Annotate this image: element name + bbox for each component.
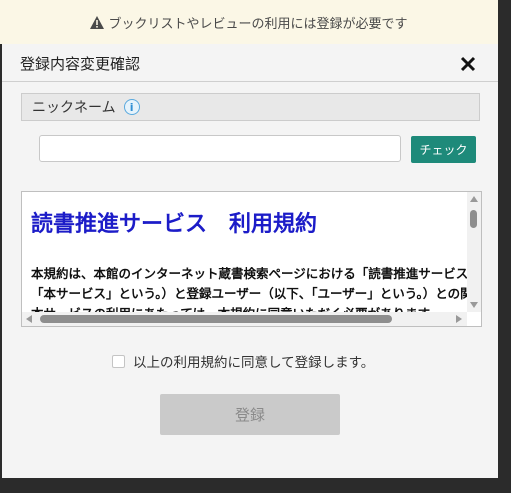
nickname-label: ニックネーム [32, 100, 116, 116]
nickname-input[interactable] [39, 135, 401, 162]
terms-vertical-scrollbar[interactable] [467, 192, 481, 312]
warning-icon [90, 15, 105, 29]
scroll-down-arrow-icon[interactable] [470, 302, 478, 308]
scroll-left-arrow-icon[interactable] [26, 315, 32, 323]
terms-line: 本サービスの利用にあたっては、本規約に同意いただく必要があります。 [31, 304, 467, 312]
nickname-label-bar: ニックネーム i [21, 93, 480, 121]
dialog-header: 登録内容変更確認 [2, 44, 498, 82]
terms-body: 本規約は、本館のインターネット蔵書検索ページにおける「読書推進サービス」（以下、… [31, 264, 467, 312]
horizontal-scroll-thumb[interactable] [40, 315, 392, 323]
agree-label[interactable]: 以上の利用規約に同意して登録します。 [133, 351, 374, 371]
check-button[interactable]: チェック [411, 136, 476, 163]
registration-notice-bar: ブックリストやレビューの利用には登録が必要です [0, 0, 498, 44]
agree-checkbox[interactable] [112, 354, 125, 368]
terms-line: 本規約は、本館のインターネット蔵書検索ページにおける「読書推進サービス」（以下、 [31, 266, 467, 281]
terms-line: 「本サービス」という。）と登録ユーザー（以下、「ユーザー」という。）との関係を定… [31, 286, 467, 301]
close-icon[interactable] [458, 54, 478, 74]
vertical-scroll-thumb[interactable] [470, 210, 477, 228]
scroll-up-arrow-icon[interactable] [470, 196, 478, 202]
terms-frame[interactable]: 読書推進サービス 利用規約 本規約は、本館のインターネット蔵書検索ページにおける… [21, 191, 482, 327]
confirm-dialog: 登録内容変更確認 ニックネーム i チェック 読書推進サービス 利用規約 本規約… [2, 44, 498, 478]
terms-title: 読書推進サービス 利用規約 [31, 212, 318, 237]
agree-row[interactable]: 以上の利用規約に同意して登録します。 [112, 351, 374, 371]
dialog-title: 登録内容変更確認 [20, 55, 141, 73]
terms-content: 読書推進サービス 利用規約 本規約は、本館のインターネット蔵書検索ページにおける… [22, 192, 467, 312]
scroll-right-arrow-icon[interactable] [456, 315, 462, 323]
info-icon[interactable]: i [123, 99, 140, 115]
notice-text: ブックリストやレビューの利用には登録が必要です [108, 16, 408, 32]
terms-horizontal-scrollbar[interactable] [22, 312, 467, 326]
register-button[interactable]: 登録 [160, 394, 340, 435]
